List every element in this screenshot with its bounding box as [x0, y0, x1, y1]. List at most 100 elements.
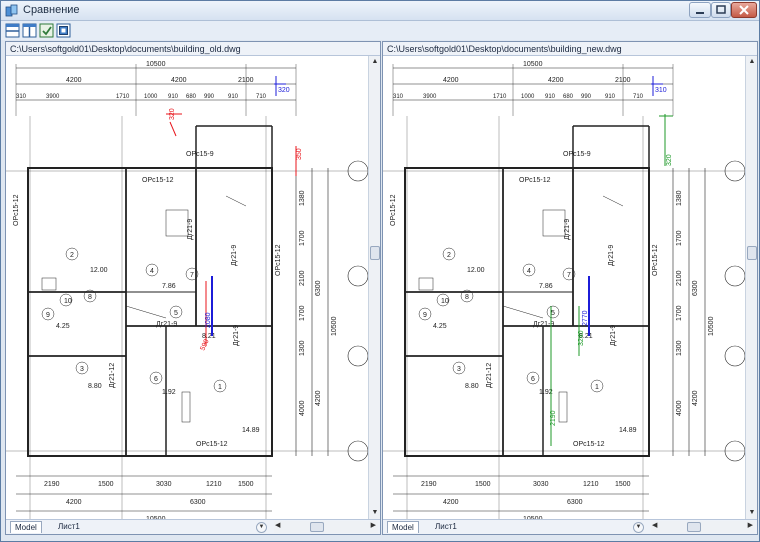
- scroll-thumb[interactable]: [687, 522, 701, 532]
- dimension-label: 1710: [493, 94, 507, 100]
- dimension-label: 10: [441, 298, 449, 305]
- dimension-label: 10500: [331, 316, 338, 336]
- scroll-right-icon[interactable]: ▶: [748, 521, 753, 529]
- dimension-label: 1: [218, 384, 222, 391]
- compare-window: Сравнение C:\Users\softgold01\Desktop\do…: [0, 0, 760, 542]
- dimension-label: 2: [447, 252, 451, 259]
- dimension-label: 1700: [676, 305, 683, 321]
- dimension-label: 10500: [523, 61, 543, 68]
- vertical-scrollbar-new[interactable]: ▲ ▼: [745, 56, 757, 519]
- close-button[interactable]: [731, 2, 757, 18]
- dimension-label: 10500: [708, 316, 715, 336]
- dimension-label: Дг21-9: [231, 245, 238, 266]
- dimension-label: 3900: [46, 94, 60, 100]
- file-path-new: C:\Users\softgold01\Desktop\documents\bu…: [383, 42, 757, 56]
- dimension-label: ОРс15-12: [13, 194, 20, 226]
- tabs-dropdown-icon[interactable]: ▼: [256, 522, 267, 533]
- scroll-thumb[interactable]: [310, 522, 324, 532]
- axis-bubble: [347, 345, 369, 367]
- scroll-right-icon[interactable]: ▶: [371, 521, 376, 529]
- dimension-label: Дг21-12: [486, 363, 493, 388]
- scroll-up-icon[interactable]: ▲: [747, 57, 757, 67]
- floor-plan-old: 105004200 4200 2100310 3900 1710 1000 910 680 99…: [6, 61, 369, 542]
- fixture: [418, 277, 434, 291]
- axis-bubble: [347, 265, 369, 287]
- dimension-label: 310: [16, 94, 27, 100]
- split-horizontal-icon[interactable]: [5, 23, 20, 38]
- drawing-viewport-new[interactable]: 10500 4200 4200 2100 310 3900 1710 1000 910 680 99…: [383, 56, 746, 542]
- file-path-old: C:\Users\softgold01\Desktop\documents\bu…: [6, 42, 380, 56]
- overlay-view-icon[interactable]: [56, 23, 71, 38]
- dimension-label: 6300: [692, 280, 699, 296]
- title-bar[interactable]: Сравнение: [1, 1, 759, 21]
- dimension-label: 3030: [533, 481, 549, 488]
- scroll-down-icon[interactable]: ▼: [370, 508, 380, 518]
- dimension-label: 1700: [676, 230, 683, 246]
- dimension-label: 6300: [315, 280, 322, 296]
- scroll-left-icon[interactable]: ◀: [275, 521, 280, 529]
- dimension-label: 1000: [144, 94, 158, 100]
- dimension-label: 1500: [238, 481, 254, 488]
- dimension-label: 9: [46, 312, 50, 319]
- dimension-label: 310: [393, 94, 404, 100]
- vertical-scrollbar-old[interactable]: ▲ ▼: [368, 56, 380, 519]
- tab-model[interactable]: Model: [387, 521, 419, 533]
- horizontal-scrollbar-new[interactable]: ◀ ▶: [651, 521, 755, 533]
- dimension-label: 9: [423, 312, 427, 319]
- dimension-label: 7.86: [539, 283, 553, 290]
- dimension-label: 4000: [299, 400, 306, 416]
- compare-app-icon: [5, 4, 18, 17]
- close-icon: [739, 5, 749, 15]
- dimension-label: 7: [567, 272, 571, 279]
- change-label: 310: [655, 87, 667, 94]
- dimension-label: 6300: [567, 499, 583, 506]
- scroll-left-icon[interactable]: ◀: [652, 521, 657, 529]
- dimension-label: 6300: [190, 499, 206, 506]
- minimize-button[interactable]: [689, 2, 711, 18]
- dimension-label: ОРс15-12: [652, 244, 659, 276]
- horizontal-scrollbar-old[interactable]: ◀ ▶: [274, 521, 378, 533]
- dimension-label: 680: [563, 94, 574, 100]
- layout-tabs-bar-new: Model Лист1 ▼ ◀ ▶: [383, 519, 757, 534]
- scroll-down-icon[interactable]: ▼: [747, 508, 757, 518]
- tab-model[interactable]: Model: [10, 521, 42, 533]
- dimension-label: 8.80: [465, 383, 479, 390]
- dimension-label: Дг21-9: [610, 325, 617, 346]
- dimension-label: 1700: [299, 230, 306, 246]
- dimension-label: 1300: [299, 340, 306, 356]
- dimension-label: ОРс15-9: [563, 151, 591, 158]
- change-label: 350: [296, 148, 303, 160]
- outer-wall: [27, 167, 273, 457]
- tabs-dropdown-icon[interactable]: ▼: [633, 522, 644, 533]
- dimension-label: ОРс15-12: [390, 194, 397, 226]
- dimension-label: 1500: [615, 481, 631, 488]
- dimension-label: Дг21-9: [156, 321, 177, 328]
- dimension-label: ОРс15-12: [142, 177, 174, 184]
- maximize-icon: [716, 5, 726, 14]
- sync-views-icon[interactable]: [39, 23, 54, 38]
- dimension-label: 1500: [475, 481, 491, 488]
- dimension-label: 3: [457, 366, 461, 373]
- dimension-label: ОРс15-12: [573, 441, 605, 448]
- pane-old-drawing: C:\Users\softgold01\Desktop\documents\bu…: [5, 41, 381, 542]
- tab-sheet1[interactable]: Лист1: [431, 521, 461, 533]
- axis-bubble: [724, 265, 746, 287]
- drawing-viewport-old[interactable]: 10500 4200 4200 2100 310 3900 1710 1000 910 680 99…: [6, 56, 369, 542]
- layout-tabs-bar-old: Model Лист1 ▼ ◀ ▶: [6, 519, 380, 534]
- window-title: Сравнение: [23, 4, 80, 16]
- dimension-label: ОРс15-9: [186, 151, 214, 158]
- scroll-thumb[interactable]: [370, 246, 380, 260]
- scroll-thumb[interactable]: [747, 246, 757, 260]
- dimension-label: Дг21-12: [109, 363, 116, 388]
- floor-plan-new: 105004200 4200 2100310 3900 1710 1000 910 680 99…: [383, 61, 746, 542]
- scroll-up-icon[interactable]: ▲: [370, 57, 380, 67]
- split-vertical-icon[interactable]: [22, 23, 37, 38]
- dimension-label: 7.86: [162, 283, 176, 290]
- dimension-label: 1700: [299, 305, 306, 321]
- maximize-button[interactable]: [711, 2, 731, 18]
- dimension-label: 4200: [443, 77, 459, 84]
- tab-sheet1[interactable]: Лист1: [54, 521, 84, 533]
- change-label: 2770: [582, 310, 589, 326]
- plan-line: [602, 195, 624, 207]
- dimension-label: 4200: [692, 390, 699, 406]
